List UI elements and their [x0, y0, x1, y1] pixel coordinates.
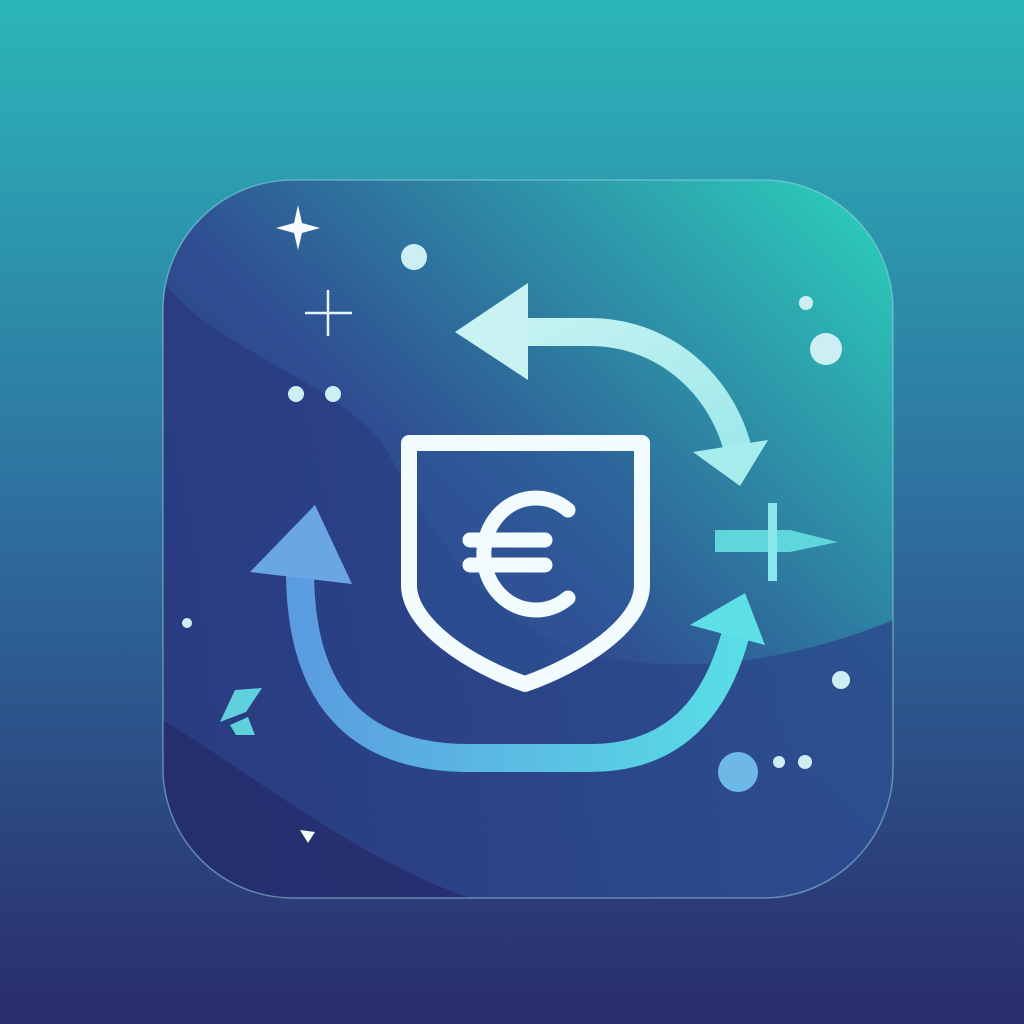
- app-icon-illustration: [0, 0, 1024, 1024]
